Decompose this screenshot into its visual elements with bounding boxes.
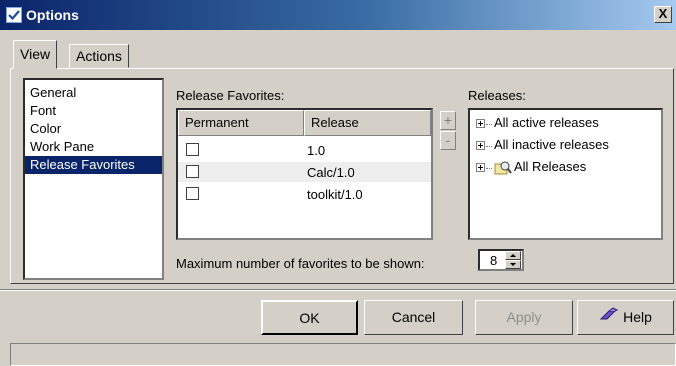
permanent-checkbox[interactable] <box>186 143 199 156</box>
max-favorites-value[interactable]: 8 <box>490 253 497 268</box>
cancel-button[interactable]: Cancel <box>364 300 463 335</box>
permanent-checkbox[interactable] <box>186 165 199 178</box>
expand-icon[interactable] <box>476 141 485 150</box>
max-favorites-label: Maximum number of favorites to be shown: <box>176 256 425 271</box>
separator <box>0 289 676 291</box>
releases-folder-icon <box>494 159 512 179</box>
table-row[interactable]: Calc/1.0 <box>178 162 431 182</box>
expand-icon[interactable] <box>476 163 485 172</box>
release-favorites-label: Release Favorites: <box>176 88 285 103</box>
release-cell: toolkit/1.0 <box>307 187 363 202</box>
category-item-font[interactable]: Font <box>25 102 162 120</box>
release-favorites-table[interactable]: Permanent Release 1.0 Calc/1.0 toolkit/1… <box>176 108 433 240</box>
apply-button[interactable]: Apply <box>475 300 573 335</box>
table-row[interactable]: 1.0 <box>178 140 431 160</box>
expand-icon[interactable] <box>476 119 485 128</box>
category-item-work-pane[interactable]: Work Pane <box>25 138 162 156</box>
spin-up-arrow-icon[interactable] <box>505 251 521 260</box>
options-icon <box>6 7 22 23</box>
category-item-color[interactable]: Color <box>25 120 162 138</box>
category-list[interactable]: General Font Color Work Pane Release Fav… <box>23 78 164 280</box>
window-title: Options <box>26 7 79 23</box>
tab-actions[interactable]: Actions <box>69 44 129 68</box>
release-cell: Calc/1.0 <box>307 165 355 180</box>
category-item-release-favorites[interactable]: Release Favorites <box>25 156 162 174</box>
table-row[interactable]: toolkit/1.0 <box>178 184 431 204</box>
tree-node-label: All Releases <box>514 159 587 174</box>
release-cell: 1.0 <box>307 143 326 158</box>
help-button[interactable]: Help <box>577 300 674 335</box>
releases-tree[interactable]: All active releases All inactive release… <box>468 108 663 240</box>
tab-view[interactable]: View <box>13 40 58 69</box>
tree-node-label: All active releases <box>494 115 599 130</box>
column-header-permanent[interactable]: Permanent <box>178 110 304 136</box>
help-button-label: Help <box>623 309 652 325</box>
permanent-checkbox[interactable] <box>186 187 199 200</box>
column-header-release[interactable]: Release <box>304 110 431 136</box>
max-favorites-spinner[interactable]: 8 <box>478 249 524 271</box>
releases-label: Releases: <box>468 88 526 103</box>
title-bar: Options X <box>0 0 676 30</box>
status-bar <box>10 343 676 366</box>
spin-down-arrow-icon[interactable] <box>505 260 521 269</box>
close-button[interactable]: X <box>654 6 672 23</box>
add-favorite-button[interactable]: + <box>440 111 456 130</box>
tree-node-label: All inactive releases <box>494 137 609 152</box>
remove-favorite-button[interactable]: - <box>440 131 456 150</box>
help-icon <box>599 302 619 335</box>
ok-button[interactable]: OK <box>261 300 358 335</box>
category-item-general[interactable]: General <box>25 84 162 102</box>
